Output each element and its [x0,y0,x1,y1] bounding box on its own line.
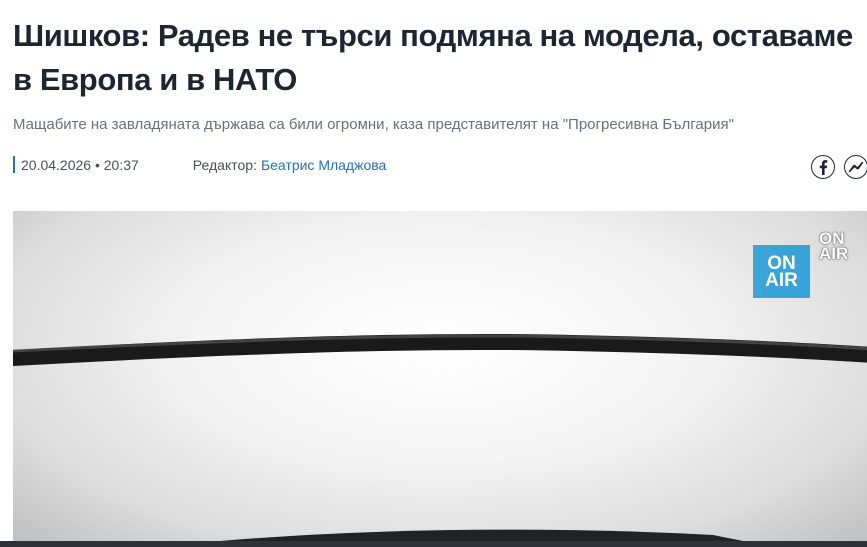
onair-logo-line1: ON [767,252,796,274]
article-page: Шишков: Радев не търси подмяна на модела… [0,0,867,547]
bottom-strip [0,541,867,547]
video-player[interactable]: ON AIR ON AIR [13,211,867,547]
video-frame-graphic [13,333,867,547]
messenger-icon [848,161,864,173]
onair-logo-line2: AIR [765,269,798,291]
facebook-icon [819,160,828,175]
share-buttons [811,155,867,179]
editor-name-link[interactable]: Беатрис Младжова [261,157,386,173]
publish-date: 20.04.2026 • 20:37 [21,156,139,173]
messenger-share-button[interactable] [844,155,867,179]
article-headline: Шишков: Радев не търси подмяна на модела… [13,18,853,97]
editor-label: Редактор: [192,156,257,173]
article-subtitle: Мащабите на завладяната държава са били … [13,116,734,133]
meta-accent-bar [13,156,15,173]
article-meta: 20.04.2026 • 20:37 Редактор: Беатрис Мла… [13,155,386,174]
facebook-share-button[interactable] [811,155,835,179]
onair-watermark: ON AIR [819,230,849,263]
onair-logo: ON AIR [753,245,810,298]
onair-watermark-line2: AIR [819,244,849,263]
